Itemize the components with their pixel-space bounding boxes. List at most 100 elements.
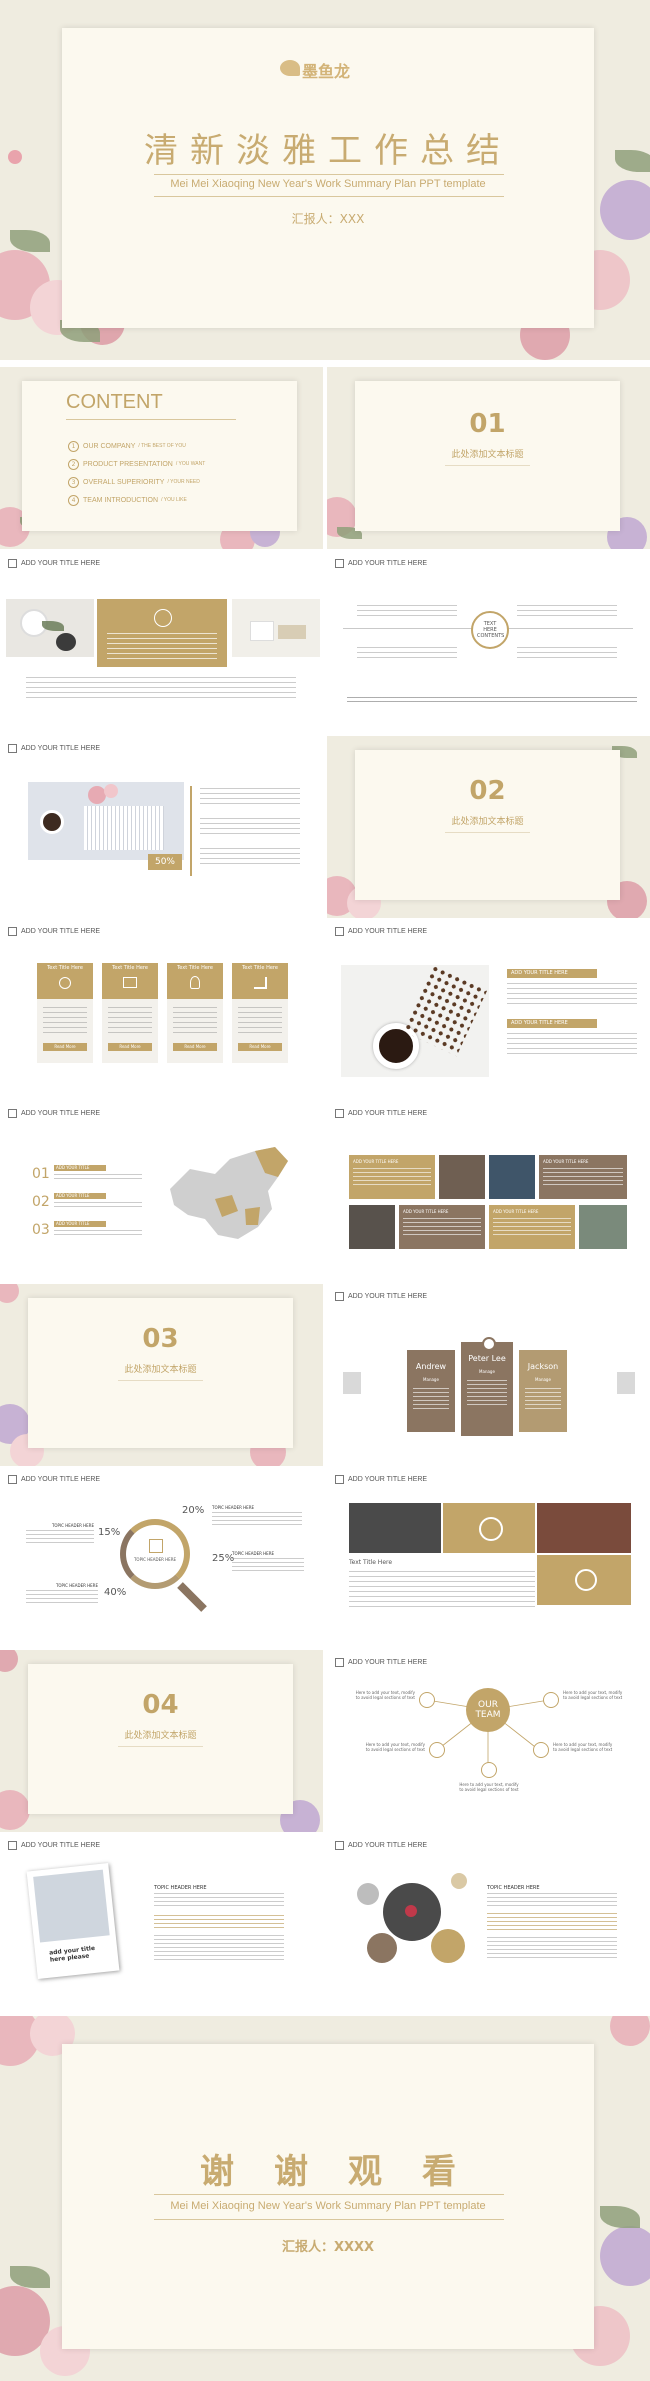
topic-text <box>487 1913 617 1931</box>
topic-text <box>487 1893 617 1907</box>
card-head: ADD YOUR TITLE HERE <box>543 1159 589 1164</box>
slide-tag-label: ADD YOUR TITLE HERE <box>21 928 101 935</box>
divider <box>154 196 504 197</box>
topic-block: TOPIC HEADER HERE <box>26 1523 94 1544</box>
topic-text <box>232 1558 304 1572</box>
tag-icon <box>8 927 17 936</box>
read-more-button[interactable]: Read More <box>108 1043 152 1051</box>
percent-label: 40% <box>104 1587 127 1598</box>
cover-slide: 墨鱼龙 清新淡雅工作总结 Mei Mei Xiaoqing New Year's… <box>0 0 650 360</box>
feature-box: Text Title Here Read More <box>232 963 288 1063</box>
flower-decoration <box>104 784 118 798</box>
section-title: 此处添加文本标题 <box>451 450 524 460</box>
read-more-button[interactable]: Read More <box>173 1043 217 1051</box>
topic-text <box>26 1530 94 1544</box>
percent-label: 20% <box>182 1505 205 1516</box>
end-reporter: 汇报人：XXXX <box>281 2240 375 2255</box>
card-role: Manage <box>479 1369 495 1374</box>
image-icon <box>123 977 137 988</box>
divider <box>154 2194 504 2195</box>
list-item: 01 ADD YOUR TITLE <box>32 1163 142 1182</box>
tag-icon <box>8 559 17 568</box>
head-bar: ADD YOUR TITLE HERE <box>507 969 597 978</box>
item-number: 02 <box>32 1194 50 1210</box>
photo-circle <box>383 1883 441 1941</box>
leaf-decoration <box>10 2266 50 2288</box>
text-block <box>517 647 617 659</box>
read-more-button[interactable]: Read More <box>238 1043 282 1051</box>
slide-tag-label: ADD YOUR TITLE HERE <box>21 745 101 752</box>
side-bar <box>343 1372 361 1394</box>
photo-book <box>28 782 184 860</box>
percent-label: 25% <box>212 1553 235 1564</box>
flower-decoration <box>600 180 650 240</box>
head-label: ADD YOUR TITLE HERE <box>511 970 568 976</box>
box-title: Text Title Here <box>177 965 213 971</box>
team-card: Peter Lee Manage <box>461 1337 513 1436</box>
team-card: Jackson Manage <box>519 1350 567 1432</box>
clock-icon <box>59 977 71 989</box>
card-head: ADD YOUR TITLE HERE <box>493 1209 539 1214</box>
text-block <box>517 605 617 617</box>
section-card: 04 此处添加文本标题 <box>28 1664 293 1814</box>
item-head: ADD YOUR TITLE <box>54 1221 106 1227</box>
slide-four-boxes: ADD YOUR TITLE HERE Text Title Here Read… <box>0 919 323 1101</box>
edit-icon <box>149 1539 163 1553</box>
section-title: 此处添加文本标题 <box>451 817 524 827</box>
head-label: ADD YOUR TITLE HERE <box>511 1020 568 1026</box>
slide-tag-label: ADD YOUR TITLE HERE <box>21 1110 101 1117</box>
section-slide-04: 04 此处添加文本标题 <box>0 1650 323 1832</box>
slide-photo-grid: ADD YOUR TITLE HERE ADD YOUR TITLE HERE … <box>327 1101 650 1283</box>
read-more-button[interactable]: Read More <box>43 1043 87 1051</box>
card-text <box>493 1218 571 1236</box>
clipboard-icon <box>479 1517 503 1541</box>
topic-text <box>487 1937 617 1961</box>
head-bar: ADD YOUR TITLE HERE <box>507 1019 597 1028</box>
photo-office <box>439 1155 485 1199</box>
node-text: Here to add your text, modify to avoid l… <box>365 1742 425 1752</box>
topic-block: TOPIC HEADER HERE <box>26 1583 98 1604</box>
slide-tag-label: ADD YOUR TITLE HERE <box>348 1476 428 1483</box>
slide-tag: ADD YOUR TITLE HERE <box>335 1292 427 1301</box>
card-text <box>467 1380 507 1406</box>
flower-decoration <box>600 2226 650 2286</box>
cover-card: 墨鱼龙 清新淡雅工作总结 Mei Mei Xiaoqing New Year's… <box>62 28 594 328</box>
box-header: Text Title Here <box>232 963 288 999</box>
slide-tag-label: ADD YOUR TITLE HERE <box>348 560 428 567</box>
box-text <box>43 1007 87 1035</box>
topic-header: TOPIC HEADER HERE <box>51 1523 94 1528</box>
section-slide-03: 03 此处添加文本标题 <box>0 1284 323 1466</box>
item-label: PRODUCT PRESENTATION <box>83 460 173 468</box>
slide-product-tiles: ADD YOUR TITLE HERE Text Title Here <box>327 1467 650 1649</box>
card-text <box>543 1168 623 1186</box>
item-text <box>54 1202 142 1210</box>
team-center-circle: OUR TEAM <box>466 1688 510 1732</box>
photo-people <box>349 1205 395 1249</box>
box-header: Text Title Here <box>37 963 93 999</box>
item-label: OVERALL SUPERIORITY <box>83 478 165 486</box>
contents-item[interactable]: 2 PRODUCT PRESENTATION / YOU WANT <box>68 455 205 473</box>
icon-tile <box>443 1503 535 1553</box>
slide-tag: ADD YOUR TITLE HERE <box>8 1109 100 1118</box>
item-head: ADD YOUR TITLE <box>54 1193 106 1199</box>
node-icon <box>429 1742 445 1758</box>
item-text <box>54 1230 142 1238</box>
text-block <box>357 605 457 617</box>
slide-tag: ADD YOUR TITLE HERE <box>335 1109 427 1118</box>
card-head: ADD YOUR TITLE HERE <box>353 1159 399 1164</box>
contents-item[interactable]: 4 TEAM INTRODUCTION / YOU LIKE <box>68 491 205 509</box>
small-circle <box>431 1929 465 1963</box>
contents-list: 1 OUR COMPANY / THE BEST OF YOU 2 PRODUC… <box>68 437 205 509</box>
contents-item[interactable]: 1 OUR COMPANY / THE BEST OF YOU <box>68 437 205 455</box>
small-circle <box>357 1883 379 1905</box>
center-label: TEXT HERE CONTENTS <box>477 621 505 639</box>
grid-text-card: ADD YOUR TITLE HERE <box>539 1155 627 1199</box>
heart-icon <box>405 1905 417 1917</box>
connector-lines <box>426 1699 550 1766</box>
flower-decoration <box>8 150 22 164</box>
contents-item[interactable]: 3 OVERALL SUPERIORITY / YOUR NEED <box>68 473 205 491</box>
tile-title: Text Title Here <box>349 1559 393 1566</box>
item-number: 4 <box>68 494 79 506</box>
divider <box>445 832 530 833</box>
tag-icon <box>335 927 344 936</box>
